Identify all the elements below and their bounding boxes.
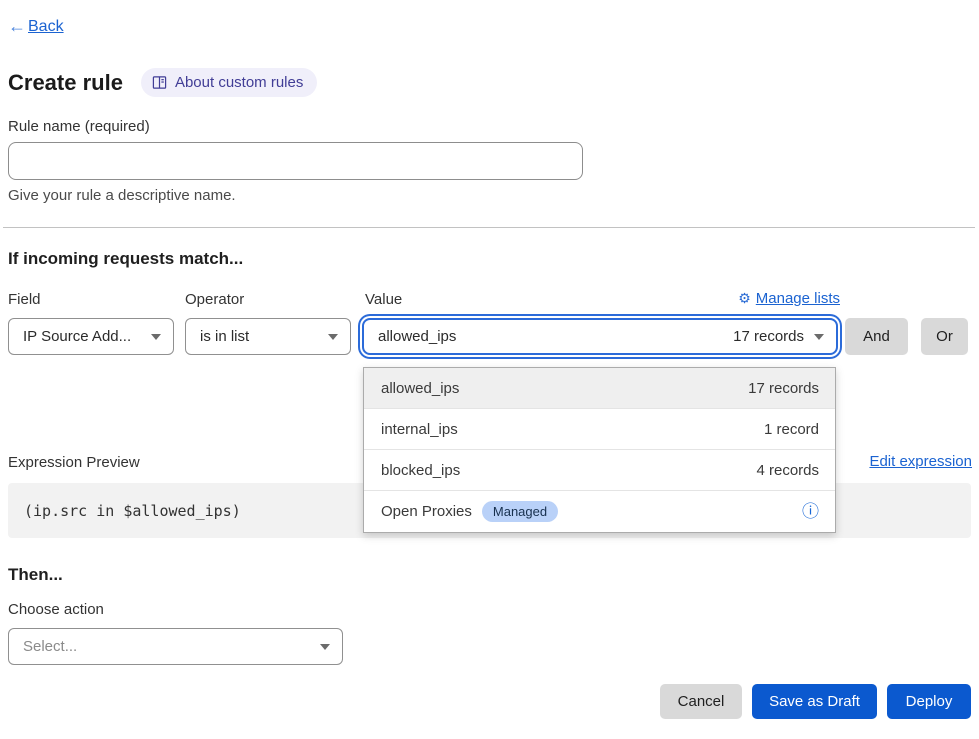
list-option-records: 1 record bbox=[764, 421, 819, 438]
field-select-value: IP Source Add... bbox=[23, 328, 131, 345]
section-divider bbox=[3, 227, 975, 228]
create-rule-page: ←Back Create rule About custom rules Rul… bbox=[0, 0, 979, 739]
value-select-records: 17 records bbox=[733, 328, 804, 345]
action-select-placeholder: Select... bbox=[23, 638, 77, 655]
field-select[interactable]: IP Source Add... bbox=[8, 318, 174, 355]
save-as-draft-button[interactable]: Save as Draft bbox=[752, 684, 877, 719]
page-title: Create rule bbox=[8, 70, 123, 96]
field-label: Field bbox=[8, 291, 41, 308]
title-row: Create rule About custom rules bbox=[8, 68, 317, 97]
chevron-down-icon bbox=[328, 334, 338, 340]
list-option-records: 17 records bbox=[748, 380, 819, 397]
match-section-heading: If incoming requests match... bbox=[8, 249, 243, 269]
book-icon bbox=[152, 75, 167, 90]
list-option-blocked-ips[interactable]: blocked_ips 4 records bbox=[364, 450, 835, 491]
value-select[interactable]: allowed_ips 17 records bbox=[362, 318, 838, 355]
about-custom-rules-link[interactable]: About custom rules bbox=[141, 68, 317, 97]
list-option-open-proxies[interactable]: Open Proxies Managed ⓘ bbox=[364, 491, 835, 532]
and-button[interactable]: And bbox=[845, 318, 908, 355]
action-select[interactable]: Select... bbox=[8, 628, 343, 665]
list-option-name: internal_ips bbox=[381, 421, 458, 438]
back-link[interactable]: ←Back bbox=[8, 16, 64, 37]
or-button[interactable]: Or bbox=[921, 318, 968, 355]
list-option-allowed-ips[interactable]: allowed_ips 17 records bbox=[364, 368, 835, 409]
expression-preview-label: Expression Preview bbox=[8, 454, 140, 471]
list-option-internal-ips[interactable]: internal_ips 1 record bbox=[364, 409, 835, 450]
list-option-name: Open Proxies bbox=[381, 503, 472, 520]
list-option-records: 4 records bbox=[756, 462, 819, 479]
choose-action-label: Choose action bbox=[8, 601, 104, 618]
back-arrow-icon: ← bbox=[8, 16, 26, 37]
cancel-button[interactable]: Cancel bbox=[660, 684, 742, 719]
operator-select[interactable]: is in list bbox=[185, 318, 351, 355]
operator-select-value: is in list bbox=[200, 328, 249, 345]
expression-code: (ip.src in $allowed_ips) bbox=[24, 502, 241, 520]
value-select-value: allowed_ips bbox=[378, 328, 456, 345]
value-label: Value bbox=[365, 291, 402, 308]
list-option-name: allowed_ips bbox=[381, 380, 459, 397]
gear-icon: ⚙ bbox=[738, 290, 751, 307]
deploy-button[interactable]: Deploy bbox=[887, 684, 971, 719]
back-link-label: Back bbox=[28, 18, 64, 36]
info-icon[interactable]: ⓘ bbox=[802, 503, 819, 520]
list-dropdown-menu: allowed_ips 17 records internal_ips 1 re… bbox=[363, 367, 836, 533]
then-section-heading: Then... bbox=[8, 565, 63, 585]
chevron-down-icon bbox=[320, 644, 330, 650]
chevron-down-icon bbox=[151, 334, 161, 340]
managed-badge: Managed bbox=[482, 501, 558, 522]
manage-lists-label: Manage lists bbox=[756, 290, 840, 307]
chevron-down-icon bbox=[814, 334, 824, 340]
rule-name-input[interactable] bbox=[8, 142, 583, 180]
rule-name-helper: Give your rule a descriptive name. bbox=[8, 187, 236, 204]
about-custom-rules-label: About custom rules bbox=[175, 74, 303, 91]
edit-expression-link[interactable]: Edit expression bbox=[869, 453, 972, 470]
manage-lists-link[interactable]: ⚙ Manage lists bbox=[738, 290, 840, 307]
rule-name-label: Rule name (required) bbox=[8, 118, 150, 135]
operator-label: Operator bbox=[185, 291, 244, 308]
list-option-name: blocked_ips bbox=[381, 462, 460, 479]
